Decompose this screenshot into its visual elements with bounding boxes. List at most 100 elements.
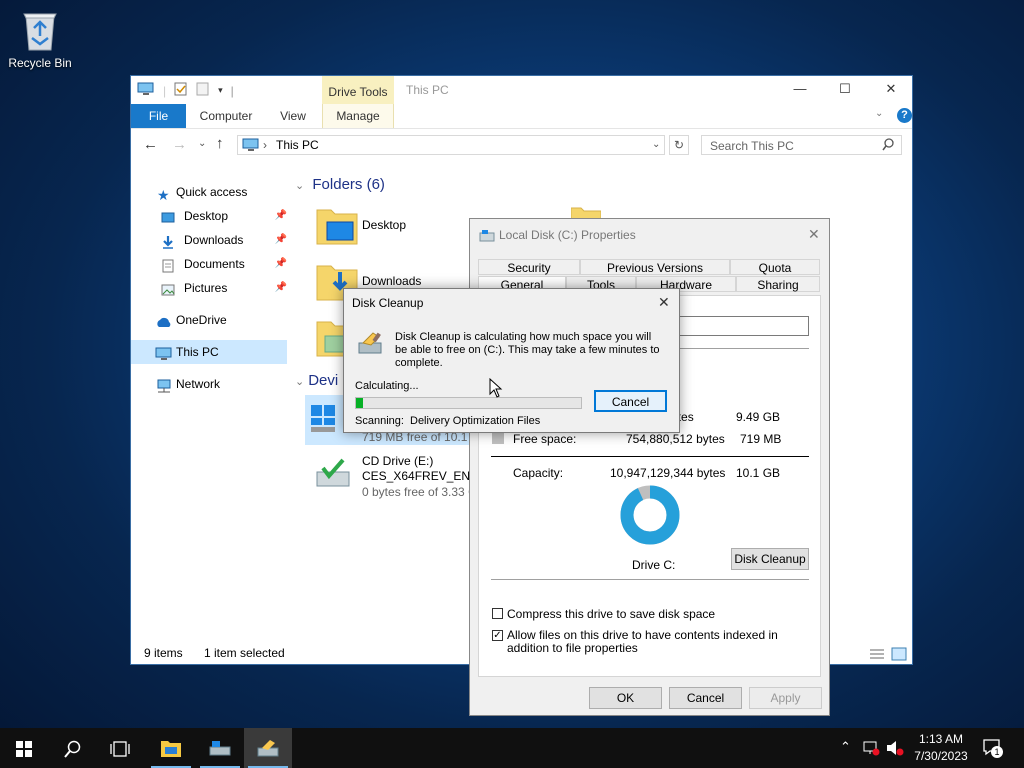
- items-count: 9 items: [144, 646, 183, 660]
- network-status-icon[interactable]: [862, 740, 880, 756]
- sidebar-item-downloads[interactable]: Downloads 📌: [131, 228, 287, 252]
- star-icon: ★: [157, 187, 170, 203]
- explorer-title-bar: | ▾ | Drive Tools This PC — ☐ ✕: [131, 76, 912, 104]
- folder-item-desktop[interactable]: Desktop: [315, 204, 465, 248]
- cloud-icon: [155, 313, 173, 327]
- tab-sharing[interactable]: Sharing: [736, 276, 820, 292]
- forward-arrow-icon[interactable]: →: [172, 136, 187, 153]
- properties-close-button[interactable]: ✕: [808, 226, 820, 243]
- compress-checkbox[interactable]: [492, 608, 503, 619]
- tab-manage[interactable]: Manage: [322, 104, 394, 128]
- mouse-cursor-icon: [489, 378, 503, 398]
- cancel-button[interactable]: Cancel: [669, 687, 742, 709]
- drive-icon: [209, 741, 231, 756]
- disk-cleanup-dialog: Disk Cleanup ✕ Disk Cleanup is calculati…: [343, 288, 680, 433]
- maximize-button[interactable]: ☐: [830, 81, 860, 97]
- search-button[interactable]: [48, 728, 96, 768]
- breadcrumb-chevron-icon: ›: [263, 138, 267, 152]
- up-arrow-icon[interactable]: ↑: [216, 135, 224, 152]
- details-view-icon[interactable]: [869, 646, 885, 668]
- index-checkbox[interactable]: ✓: [492, 630, 503, 641]
- search-icon: [882, 138, 894, 155]
- folders-section-header[interactable]: ⌄ Folders (6): [295, 176, 912, 198]
- tab-view[interactable]: View: [271, 104, 315, 128]
- sidebar-item-network[interactable]: Network: [131, 372, 287, 396]
- folder-item-pictures[interactable]: [315, 316, 346, 360]
- customize-qa-icon[interactable]: ▾: [218, 85, 223, 96]
- pin-icon: 📌: [274, 282, 287, 293]
- sidebar-item-desktop[interactable]: Desktop 📌: [131, 204, 287, 228]
- action-center-button[interactable]: 1: [982, 738, 1004, 758]
- minimize-button[interactable]: —: [785, 81, 815, 96]
- sidebar-item-this-pc[interactable]: This PC: [131, 340, 287, 364]
- tab-security[interactable]: Security: [478, 259, 580, 275]
- tab-computer[interactable]: Computer: [193, 104, 259, 128]
- pin-icon: 📌: [274, 258, 287, 269]
- help-icon[interactable]: ?: [897, 108, 912, 123]
- recent-locations-chevron-icon[interactable]: ⌄: [198, 138, 206, 149]
- clock-date[interactable]: 7/30/2023: [906, 749, 976, 763]
- show-hidden-icons-chevron-icon[interactable]: ⌃: [840, 739, 851, 755]
- scanning-label: Scanning:: [355, 415, 404, 427]
- properties-qa-icon[interactable]: [174, 82, 188, 99]
- network-icon: [155, 377, 173, 393]
- drive-icon: [479, 228, 495, 245]
- taskbar-drive-properties[interactable]: [196, 728, 244, 768]
- divider: [491, 579, 809, 580]
- close-button[interactable]: ✕: [876, 81, 906, 97]
- drive-item-cd-drive-e[interactable]: CD Drive (E:) CES_X64FREV_EN-US 0 bytes …: [315, 454, 491, 504]
- drive-tools-contextual-tab: Drive Tools: [322, 76, 394, 104]
- desktop-icon: [161, 209, 175, 223]
- cleanup-cancel-button[interactable]: Cancel: [594, 390, 667, 412]
- devices-section-header[interactable]: ⌄ Devi: [295, 372, 338, 389]
- tab-file[interactable]: File: [131, 104, 186, 128]
- cleanup-progress-fill: [356, 398, 363, 408]
- volume-muted-icon[interactable]: [886, 740, 904, 756]
- calculating-label: Calculating...: [355, 380, 419, 392]
- cleanup-close-button[interactable]: ✕: [658, 294, 670, 311]
- task-view-icon: [110, 741, 130, 757]
- compress-label: Compress this drive to save disk space: [507, 607, 716, 621]
- divider: [491, 456, 809, 457]
- sidebar-item-onedrive[interactable]: OneDrive: [131, 308, 287, 332]
- sidebar-item-quick-access[interactable]: ★ Quick access: [131, 180, 287, 204]
- large-icons-view-icon[interactable]: [891, 646, 907, 668]
- refresh-icon[interactable]: ↻: [669, 135, 689, 155]
- search-input[interactable]: Search This PC: [701, 135, 902, 155]
- recycle-bin[interactable]: Recycle Bin: [6, 8, 74, 70]
- apply-button[interactable]: Apply: [749, 687, 822, 709]
- back-arrow-icon[interactable]: ←: [143, 136, 158, 153]
- tab-previous-versions[interactable]: Previous Versions: [580, 259, 730, 275]
- tab-quota[interactable]: Quota: [730, 259, 820, 275]
- sidebar-item-pictures[interactable]: Pictures 📌: [131, 276, 287, 300]
- ok-button[interactable]: OK: [589, 687, 662, 709]
- address-bar[interactable]: › This PC ⌄: [237, 135, 665, 155]
- clock-time[interactable]: 1:13 AM: [916, 732, 966, 746]
- windows-logo-icon: [16, 741, 32, 757]
- search-icon: [64, 740, 81, 758]
- free-space-label: Free space:: [513, 432, 577, 446]
- expand-ribbon-chevron-icon[interactable]: ⌄: [875, 108, 883, 119]
- search-placeholder: Search This PC: [710, 139, 794, 153]
- disk-cleanup-button[interactable]: Disk Cleanup: [731, 548, 809, 570]
- sidebar-item-documents[interactable]: Documents 📌: [131, 252, 287, 276]
- selected-count: 1 item selected: [204, 646, 285, 660]
- explorer-title: This PC: [406, 83, 449, 97]
- address-dropdown-chevron-icon[interactable]: ⌄: [652, 139, 660, 150]
- taskbar: ⌃ 1:13 AM 7/30/2023 1: [0, 728, 1024, 768]
- taskbar-disk-cleanup[interactable]: [244, 728, 292, 768]
- computer-icon: [137, 82, 155, 99]
- desktop-folder-icon: [315, 204, 359, 251]
- taskbar-file-explorer[interactable]: [147, 728, 195, 768]
- notification-count-badge: 1: [991, 746, 1003, 758]
- free-space-size: 719 MB: [740, 432, 782, 446]
- navigation-pane: ★ Quick access Desktop 📌 Downloads 📌 Doc…: [131, 176, 287, 396]
- new-folder-qa-icon[interactable]: [196, 82, 210, 99]
- start-button[interactable]: [0, 728, 48, 768]
- properties-title: Local Disk (C:) Properties: [499, 228, 636, 242]
- drive-label-input[interactable]: [679, 316, 809, 336]
- free-space-color-swatch: [492, 432, 504, 444]
- disk-cleanup-icon: [357, 331, 385, 360]
- task-view-button[interactable]: [96, 728, 144, 768]
- windows-drive-icon: [309, 403, 339, 436]
